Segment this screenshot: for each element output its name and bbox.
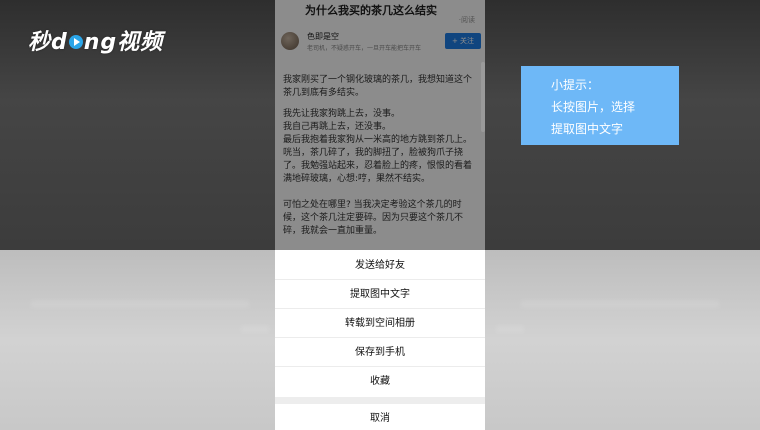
- send-to-friend-button[interactable]: 发送给好友: [275, 251, 485, 280]
- blur-line: [30, 300, 250, 308]
- blur-line: [520, 300, 720, 308]
- blur-line: [495, 325, 525, 333]
- cancel-button[interactable]: 取消: [275, 404, 485, 430]
- tip-title: 小提示：: [551, 78, 600, 92]
- extract-text-button[interactable]: 提取图中文字: [275, 280, 485, 309]
- watermark-brand-pre: 秒d: [28, 30, 68, 55]
- dim-overlay[interactable]: [275, 0, 485, 250]
- repost-to-album-button[interactable]: 转载到空间相册: [275, 309, 485, 338]
- watermark-logo: 秒d ng视频: [28, 24, 163, 56]
- save-to-phone-button[interactable]: 保存到手机: [275, 338, 485, 367]
- play-icon: [68, 34, 83, 49]
- tip-box: 小提示： 长按图片，选择 提取图中文字: [521, 66, 679, 145]
- phone-screen: 为什么我买的茶几这么结实 ·阅读 色即是空 老司机，不疑惑开车，一旦开车能把车开…: [275, 0, 485, 430]
- sheet-divider: [275, 397, 485, 404]
- action-sheet: 发送给好友 提取图中文字 转载到空间相册 保存到手机 收藏 取消: [275, 250, 485, 430]
- favorite-button[interactable]: 收藏: [275, 367, 485, 396]
- scrollbar[interactable]: [481, 62, 485, 132]
- tip-line-2: 提取图中文字: [551, 122, 624, 136]
- blur-line: [240, 325, 270, 333]
- watermark-brand-post: ng视频: [83, 30, 164, 55]
- tip-line-1: 长按图片，选择: [551, 100, 636, 114]
